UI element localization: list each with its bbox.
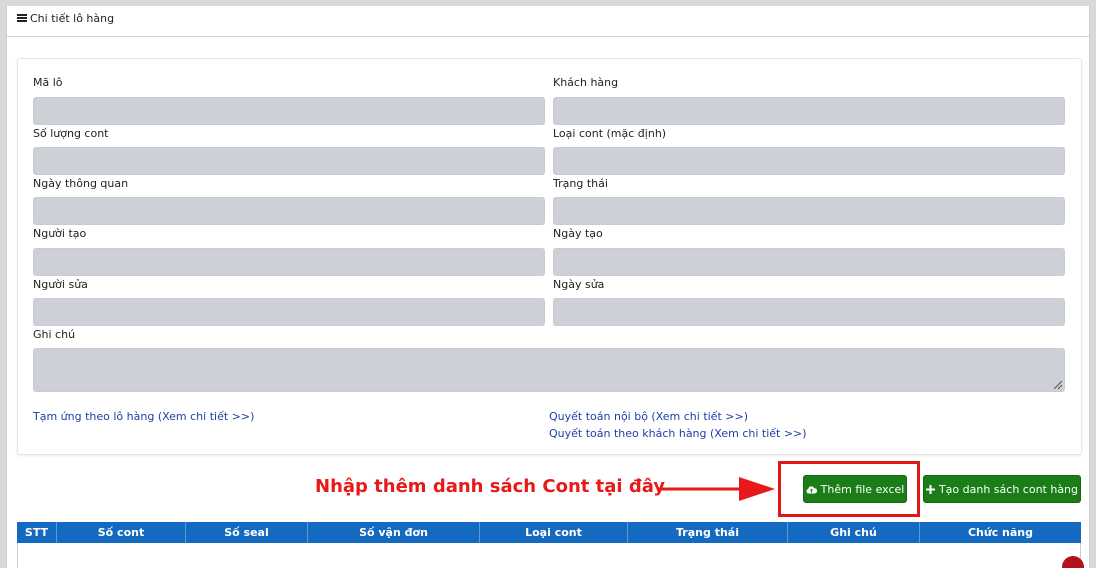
advance-link[interactable]: Tạm ứng theo lô hàng (Xem chi tiết >>) [33, 410, 254, 423]
field-label-customer: Khách hàng [553, 76, 619, 89]
floating-badge[interactable] [1062, 556, 1084, 568]
plus-icon [925, 484, 935, 494]
cont-table-body [17, 543, 1084, 568]
annotation-arrow-icon [657, 477, 775, 501]
lot-code-input[interactable] [33, 97, 545, 125]
field-label-modified-by: Người sửa [33, 278, 88, 291]
field-label-created-date: Ngày tạo [553, 227, 603, 240]
field-label-lot-code: Mã lô [33, 76, 63, 89]
field-label-cont-type: Loại cont (mặc định) [553, 127, 667, 140]
field-label-status: Trạng thái [553, 177, 608, 190]
create-cont-list-button[interactable]: Tạo danh sách cont hàng [923, 475, 1081, 503]
cont-type-input[interactable] [553, 147, 1065, 175]
created-date-input[interactable] [553, 248, 1065, 276]
cont-quantity-input[interactable] [33, 147, 545, 175]
bars-icon [17, 14, 27, 22]
annotation-text: Nhập thêm danh sách Cont tại đây [315, 476, 666, 497]
field-label-modified-date: Ngày sửa [553, 278, 605, 291]
cloud-upload-icon [806, 485, 817, 493]
lot-detail-panel: Chi tiết lô hàng Mã lô Khách hàng Số lượ… [6, 6, 1090, 568]
field-label-cont-quantity: Số lượng cont [33, 127, 109, 140]
column-header[interactable]: Số seal [186, 522, 308, 543]
column-header[interactable]: Số vận đơn [308, 522, 480, 543]
column-header[interactable]: Loại cont [480, 522, 628, 543]
customer-input[interactable] [553, 97, 1065, 125]
cont-table-header: STT Số cont Số seal Số vận đơn Loại cont… [17, 522, 1081, 543]
column-header[interactable]: Số cont [57, 522, 186, 543]
created-by-input[interactable] [33, 248, 545, 276]
column-header[interactable]: STT [17, 522, 57, 543]
field-label-note: Ghi chú [33, 328, 76, 341]
internal-settlement-link[interactable]: Quyết toán nội bộ (Xem chi tiết >>) [549, 410, 748, 423]
panel-header: Chi tiết lô hàng [7, 6, 1089, 37]
add-excel-button[interactable]: Thêm file excel [803, 475, 907, 503]
modified-by-input[interactable] [33, 298, 545, 326]
column-header[interactable]: Ghi chú [788, 522, 920, 543]
field-label-clearance-date: Ngày thông quan [33, 177, 129, 190]
modified-date-input[interactable] [553, 298, 1065, 326]
create-cont-list-label: Tạo danh sách cont hàng [938, 482, 1079, 496]
lot-info-form: Mã lô Khách hàng Số lượng cont Loại cont… [17, 58, 1082, 455]
clearance-date-input[interactable] [33, 197, 545, 225]
column-header[interactable]: Trạng thái [628, 522, 788, 543]
field-label-created-by: Người tạo [33, 227, 87, 240]
add-excel-label: Thêm file excel [820, 482, 905, 496]
status-input[interactable] [553, 197, 1065, 225]
customer-settlement-link[interactable]: Quyết toán theo khách hàng (Xem chi tiết… [549, 427, 807, 440]
panel-title: Chi tiết lô hàng [30, 12, 115, 25]
note-textarea[interactable] [33, 348, 1065, 392]
resize-handle-icon[interactable] [1054, 381, 1062, 389]
column-header[interactable]: Chức năng [920, 522, 1081, 543]
